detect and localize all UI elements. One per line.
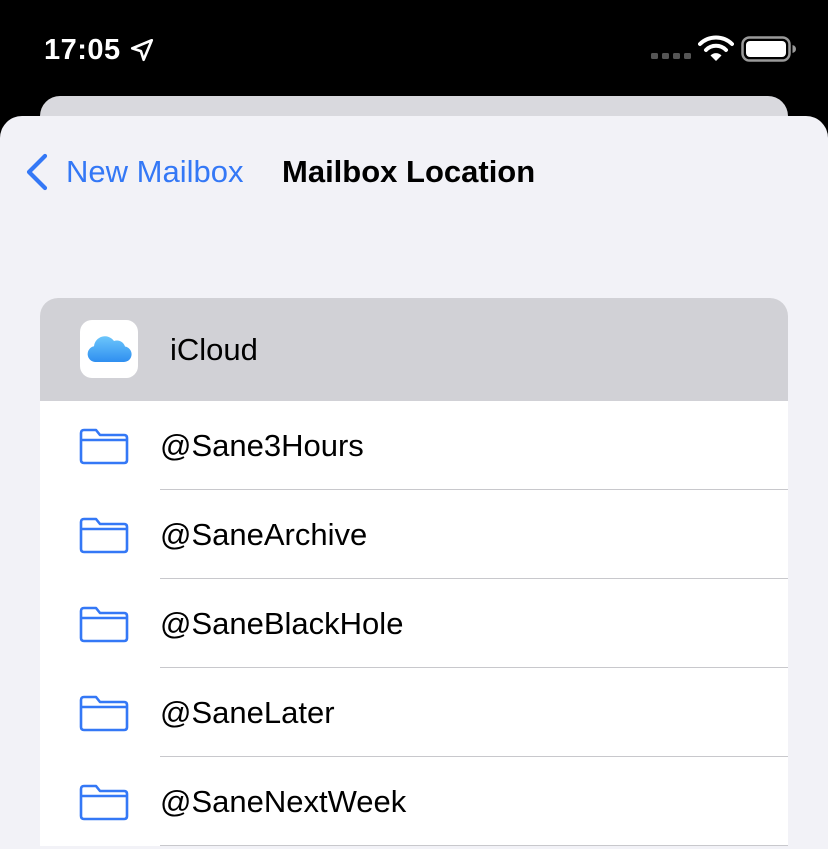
icloud-cloud-icon — [87, 336, 132, 362]
status-bar: 17:05 — [0, 0, 828, 96]
battery-icon — [741, 36, 796, 62]
back-button[interactable]: New Mailbox — [24, 152, 243, 192]
account-label: iCloud — [170, 332, 258, 367]
mailbox-location-sheet: New Mailbox Mailbox Location iCloud @San… — [0, 116, 828, 849]
page-title: Mailbox Location — [282, 154, 536, 189]
folder-label: @SaneArchive — [160, 517, 368, 552]
folder-row-sanelater[interactable]: @SaneLater — [40, 668, 788, 757]
status-time: 17:05 — [44, 33, 121, 66]
account-row-icloud[interactable]: iCloud — [40, 298, 788, 401]
folder-row-saneblackhole[interactable]: @SaneBlackHole — [40, 579, 788, 668]
folder-label: @SaneLater — [160, 695, 335, 730]
folder-label: @Sane3Hours — [160, 428, 364, 463]
folder-icon — [79, 517, 129, 554]
back-button-label: New Mailbox — [66, 154, 244, 189]
chevron-left-icon — [26, 153, 48, 191]
folder-row-sanearchive[interactable]: @SaneArchive — [40, 490, 788, 579]
folder-icon — [79, 695, 129, 732]
navigation-bar: New Mailbox Mailbox Location — [0, 116, 828, 228]
icloud-icon — [80, 320, 138, 378]
folder-icon — [79, 784, 129, 821]
mailbox-list: iCloud @Sane3Hours @SaneArchive @SaneBla… — [40, 298, 788, 846]
cellular-signal-icon — [651, 53, 691, 59]
folder-icon — [79, 606, 129, 643]
folder-row-sane3hours[interactable]: @Sane3Hours — [40, 401, 788, 490]
folder-row-sanenextweek[interactable]: @SaneNextWeek — [40, 757, 788, 846]
folder-icon — [79, 428, 129, 465]
location-arrow-icon — [130, 38, 153, 62]
row-separator — [160, 845, 788, 846]
screen: 17:05 New Mailbox Mailbox Location iClou… — [0, 0, 828, 849]
status-time-group: 17:05 — [44, 30, 155, 70]
folder-label: @SaneNextWeek — [160, 784, 407, 819]
folder-label: @SaneBlackHole — [160, 606, 404, 641]
wifi-icon — [698, 35, 734, 61]
